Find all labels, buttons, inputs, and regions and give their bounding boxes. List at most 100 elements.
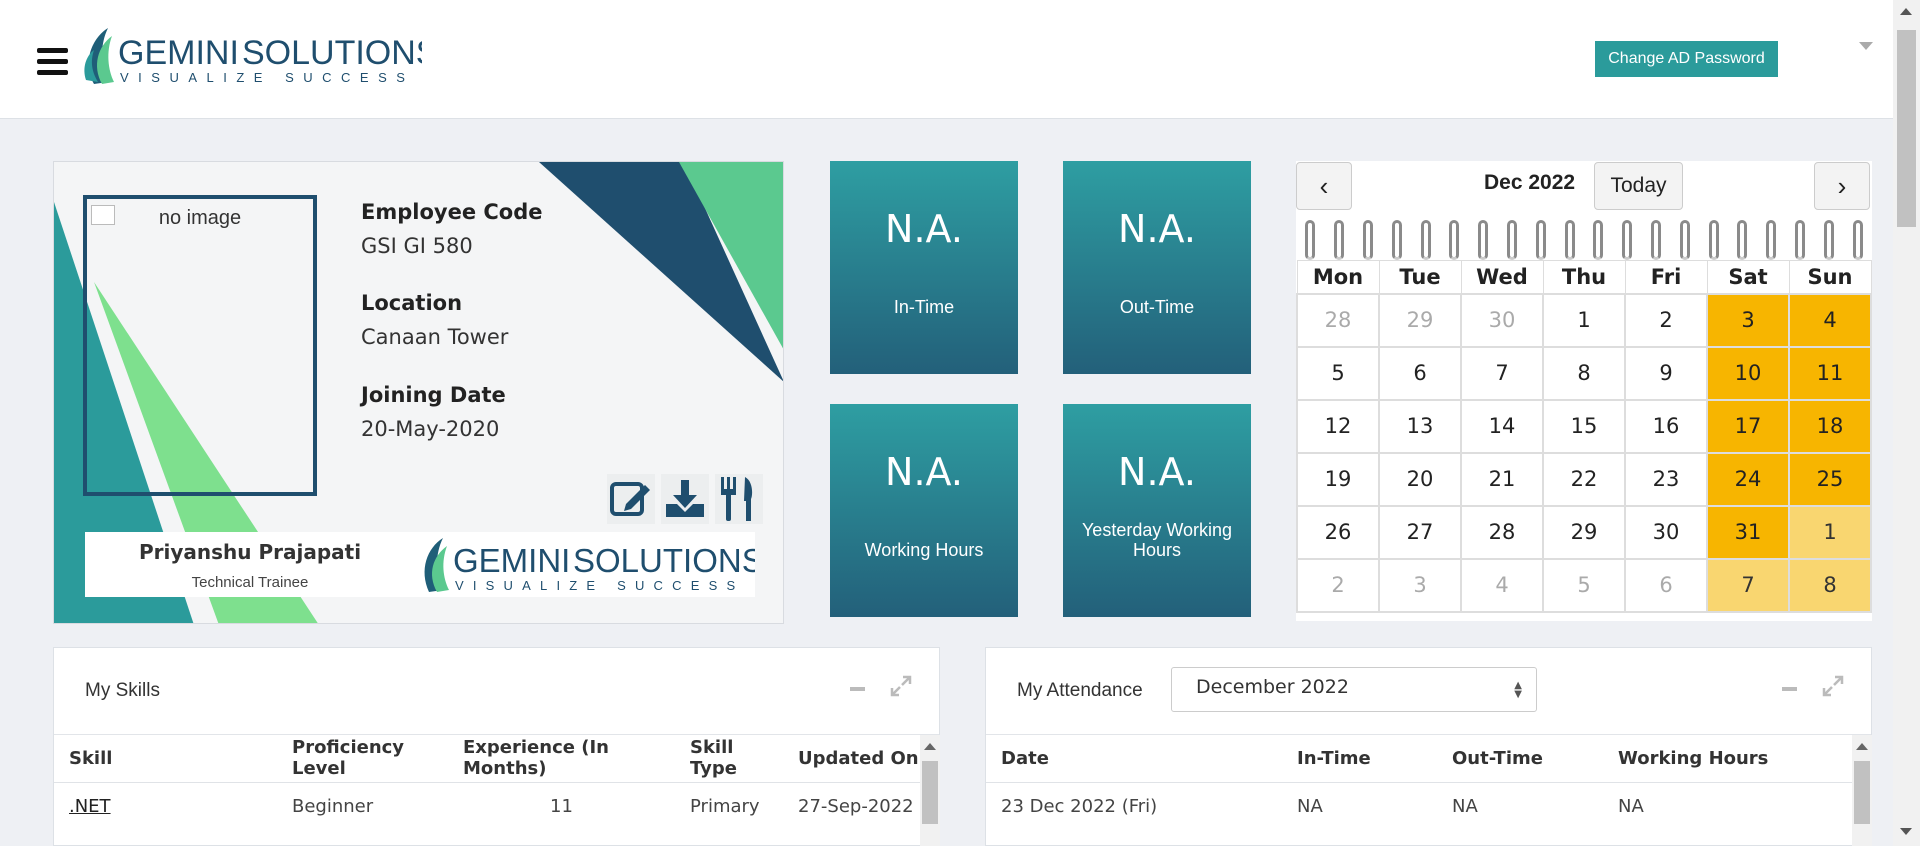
calendar-day[interactable]: 21 [1460,451,1544,507]
calendar-day[interactable]: 7 [1706,557,1790,613]
calendar-day[interactable]: 2 [1624,292,1708,348]
scroll-down-icon[interactable] [1900,828,1912,835]
attendance-scrollbar[interactable] [1852,735,1872,846]
column-header[interactable]: Experience (In Months) [448,735,675,783]
weekday-header: Mon [1296,260,1380,294]
weekday-header: Fri [1624,260,1708,294]
binding-ring [1420,220,1431,260]
scroll-up-icon[interactable] [924,743,936,750]
my-skills-panel: My Skills Skill Proficiency Level Experi… [53,647,940,846]
skills-scrollbar[interactable] [920,735,940,846]
calendar-day[interactable]: 18 [1788,398,1872,454]
calendar-day[interactable]: 1 [1788,504,1872,560]
change-ad-password-button[interactable]: Change AD Password [1595,41,1778,77]
calendar-day[interactable]: 30 [1624,504,1708,560]
calendar-day[interactable]: 27 [1378,504,1462,560]
calendar-day[interactable]: 19 [1296,451,1380,507]
calendar-day[interactable]: 8 [1542,345,1626,401]
out-time-label: Out-Time [1119,297,1195,317]
card-logo-sub-text: SOLUTIONS [573,542,755,579]
attendance-month-value: December 2022 [1196,676,1349,698]
attendance-month-select[interactable]: December 2022 ▲ ▼ [1171,667,1537,712]
in-time-value: N.A. [885,207,963,251]
column-header[interactable]: In-Time [1282,735,1437,783]
employee-photo: no image [83,195,317,496]
calendar-day[interactable]: 4 [1460,557,1544,613]
skills-table: Skill Proficiency Level Experience (In M… [54,735,920,830]
column-header[interactable]: Skill [54,735,277,783]
column-header[interactable]: Date [986,735,1282,783]
calendar-day[interactable]: 30 [1460,292,1544,348]
user-menu-caret-icon[interactable] [1859,42,1873,50]
yesterday-working-hours-tile: N.A. Yesterday Working Hours [1063,404,1251,617]
calendar-day[interactable]: 3 [1706,292,1790,348]
calendar-day[interactable]: 11 [1788,345,1872,401]
logo-tagline: VISUALIZE SUCCESS [120,70,414,85]
scroll-up-icon[interactable] [1856,743,1868,750]
calendar-day[interactable]: 20 [1378,451,1462,507]
next-month-button[interactable]: › [1814,162,1870,210]
calendar-day[interactable]: 3 [1378,557,1462,613]
binding-ring [1564,220,1575,260]
calendar-day[interactable]: 29 [1542,504,1626,560]
calendar-day[interactable]: 28 [1296,292,1380,348]
fork-knife-icon[interactable] [715,474,763,524]
expand-icon[interactable] [890,675,912,697]
page-scrollbar[interactable] [1893,0,1920,846]
scrollbar-thumb[interactable] [1897,30,1916,227]
today-button[interactable]: Today [1594,162,1683,210]
my-attendance-controls [1782,675,1844,705]
scroll-up-icon[interactable] [1900,8,1912,15]
calendar-day[interactable]: 16 [1624,398,1708,454]
calendar-day[interactable]: 29 [1378,292,1462,348]
minimize-icon[interactable] [1782,687,1797,691]
employee-code-value: GSI GI 580 [361,234,473,258]
calendar-day[interactable]: 1 [1542,292,1626,348]
calendar-day[interactable]: 8 [1788,557,1872,613]
calendar-day[interactable]: 6 [1378,345,1462,401]
calendar-day[interactable]: 22 [1542,451,1626,507]
calendar-day[interactable]: 6 [1624,557,1708,613]
calendar-day[interactable]: 5 [1296,345,1380,401]
edit-icon[interactable] [607,474,655,524]
calendar-day[interactable]: 24 [1706,451,1790,507]
calendar-day[interactable]: 31 [1706,504,1790,560]
column-header[interactable]: Out-Time [1437,735,1603,783]
attendance-table: Date In-Time Out-Time Working Hours 23 D… [986,735,1852,830]
minimize-icon[interactable] [850,687,865,691]
calendar-day[interactable]: 26 [1296,504,1380,560]
calendar-day[interactable]: 28 [1460,504,1544,560]
calendar-week-row: 19 20 21 22 23 24 25 [1296,451,1872,507]
calendar-day[interactable]: 12 [1296,398,1380,454]
calendar-day[interactable]: 2 [1296,557,1380,613]
calendar-day[interactable]: 17 [1706,398,1790,454]
column-header[interactable]: Skill Type [675,735,783,783]
hamburger-menu-icon[interactable] [37,48,68,76]
table-cell: NA [1452,795,1478,817]
skill-link[interactable]: .NET [54,782,277,830]
calendar-day[interactable]: 15 [1542,398,1626,454]
calendar-week-row: 28 29 30 1 2 3 4 [1296,292,1872,348]
calendar-day[interactable]: 7 [1460,345,1544,401]
column-header[interactable]: Proficiency Level [277,735,448,783]
scrollbar-thumb[interactable] [922,761,938,824]
calendar-day[interactable]: 23 [1624,451,1708,507]
calendar-day[interactable]: 4 [1788,292,1872,348]
joining-date-value: 20-May-2020 [361,417,500,441]
column-header[interactable]: Working Hours [1603,735,1852,783]
download-icon[interactable] [661,474,709,524]
yesterday-working-hours-label: Yesterday Working Hours [1081,520,1233,560]
logo-sub-text: SOLUTIONS [242,34,422,72]
calendar-week-row: 2345678 [1296,557,1872,613]
prev-month-button[interactable]: ‹ [1296,162,1352,210]
column-header[interactable]: Updated On [783,735,920,783]
binding-ring [1506,220,1517,260]
calendar-day[interactable]: 13 [1378,398,1462,454]
scrollbar-thumb[interactable] [1854,761,1870,824]
calendar-day[interactable]: 14 [1460,398,1544,454]
expand-icon[interactable] [1822,675,1844,697]
calendar-day[interactable]: 5 [1542,557,1626,613]
calendar-day[interactable]: 9 [1624,345,1708,401]
calendar-day[interactable]: 10 [1706,345,1790,401]
calendar-day[interactable]: 25 [1788,451,1872,507]
